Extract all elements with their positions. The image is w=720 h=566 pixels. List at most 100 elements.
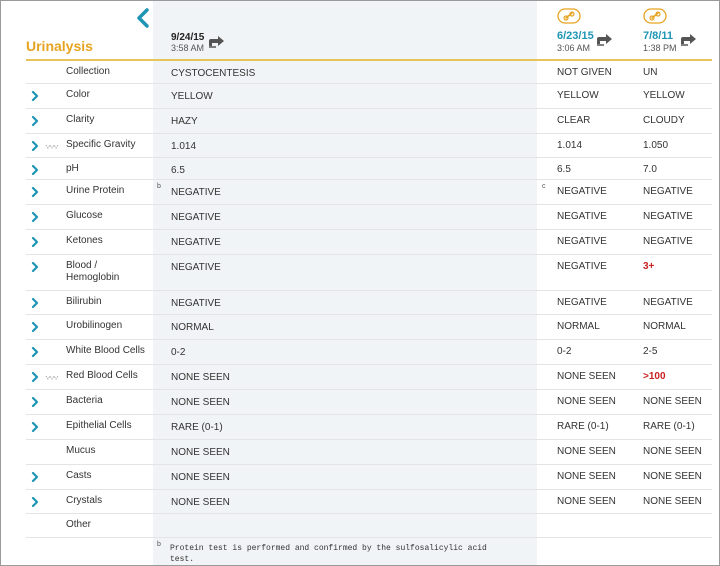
row-label: Mucus bbox=[66, 445, 96, 456]
prior2-value: YELLOW bbox=[643, 90, 685, 101]
chevron-right-icon[interactable] bbox=[31, 422, 39, 432]
table-row[interactable]: Bilirubin NEGATIVE NEGATIVE NEGATIVE bbox=[26, 291, 712, 315]
prior2-value: 3+ bbox=[643, 261, 655, 272]
table-row[interactable]: Blood / Hemoglobin NEGATIVE NEGATIVE 3+ bbox=[26, 255, 712, 291]
table-row[interactable]: Epithelial Cells RARE (0-1) RARE (0-1) RARE… bbox=[26, 415, 712, 440]
row-label: Red Blood Cells bbox=[66, 370, 138, 381]
footnote-mark: b bbox=[157, 541, 161, 548]
location-arrow-icon[interactable] bbox=[207, 34, 226, 48]
prior2-value: 1.050 bbox=[643, 140, 669, 151]
chevron-right-icon[interactable] bbox=[31, 372, 39, 382]
chevron-right-icon[interactable] bbox=[31, 237, 39, 247]
table-row[interactable]: Casts NONE SEEN NONE SEEN NONE SEEN bbox=[26, 465, 712, 490]
table-row[interactable]: Ketones NEGATIVE NEGATIVE NEGATIVE bbox=[26, 230, 712, 255]
prior1-value: NEGATIVE bbox=[557, 297, 607, 308]
prior1-value: NEGATIVE bbox=[557, 186, 607, 197]
row-label: Blood / Hemoglobin bbox=[66, 260, 120, 283]
footnote-text: Protein test is performed and confirmed … bbox=[170, 544, 487, 564]
prior1-value: NEGATIVE bbox=[557, 236, 607, 247]
prior1-value: RARE (0-1) bbox=[557, 421, 609, 432]
prior2-value: NEGATIVE bbox=[643, 186, 693, 197]
link-icon[interactable] bbox=[557, 8, 581, 24]
footnote-ref: c bbox=[542, 183, 546, 190]
chevron-right-icon[interactable] bbox=[31, 187, 39, 197]
current-value: 6.5 bbox=[171, 165, 185, 176]
prior1-value: NONE SEEN bbox=[557, 471, 616, 482]
chevron-right-icon[interactable] bbox=[31, 322, 39, 332]
current-date: 9/24/15 bbox=[171, 32, 205, 43]
prior2-value: NONE SEEN bbox=[643, 396, 702, 407]
table-row[interactable]: Glucose NEGATIVE NEGATIVE NEGATIVE bbox=[26, 205, 712, 230]
chevron-right-icon[interactable] bbox=[31, 212, 39, 222]
table-row[interactable]: Urobilinogen NORMAL NORMAL NORMAL bbox=[26, 315, 712, 340]
chevron-right-icon[interactable] bbox=[31, 165, 39, 175]
row-label: Clarity bbox=[66, 114, 95, 125]
chevron-right-icon[interactable] bbox=[31, 497, 39, 507]
chevron-right-icon[interactable] bbox=[31, 347, 39, 357]
row-label: Epithelial Cells bbox=[66, 420, 132, 431]
location-arrow-icon[interactable] bbox=[679, 32, 698, 46]
current-value: NEGATIVE bbox=[171, 298, 221, 309]
current-value: NONE SEEN bbox=[171, 497, 230, 508]
lab-results-panel: Urinalysis 9/24/15 3:58 AM 6/23/15 3:06 … bbox=[0, 0, 720, 566]
chevron-right-icon[interactable] bbox=[31, 116, 39, 126]
trend-icon[interactable] bbox=[45, 373, 59, 381]
prior1-value: 0-2 bbox=[557, 346, 572, 357]
footnote-ref: b bbox=[157, 183, 161, 190]
current-value: NONE SEEN bbox=[171, 372, 230, 383]
prior1-value: NONE SEEN bbox=[557, 371, 616, 382]
prior2-value: NEGATIVE bbox=[643, 236, 693, 247]
chevron-right-icon[interactable] bbox=[31, 397, 39, 407]
row-label: Crystals bbox=[66, 495, 103, 506]
table-row[interactable]: Crystals NONE SEEN NONE SEEN NONE SEEN bbox=[26, 490, 712, 514]
prior1-value: YELLOW bbox=[557, 90, 599, 101]
prior1-value: NOT GIVEN bbox=[557, 67, 612, 78]
table-row[interactable]: Bacteria NONE SEEN NONE SEEN NONE SEEN bbox=[26, 390, 712, 415]
trend-icon[interactable] bbox=[45, 142, 59, 150]
current-value: 0-2 bbox=[171, 347, 186, 358]
prior1-date[interactable]: 6/23/15 bbox=[557, 30, 594, 42]
row-label: Color bbox=[66, 89, 90, 100]
current-value: NONE SEEN bbox=[171, 397, 230, 408]
table-row[interactable]: Red Blood Cells NONE SEEN NONE SEEN >100 bbox=[26, 365, 712, 390]
row-label: Bilirubin bbox=[66, 296, 102, 307]
table-row[interactable]: Color YELLOW YELLOW YELLOW bbox=[26, 84, 712, 109]
prior2-value: 2-5 bbox=[643, 346, 658, 357]
table-row[interactable]: White Blood Cells 0-2 0-2 2-5 bbox=[26, 340, 712, 365]
prior2-value: NONE SEEN bbox=[643, 446, 702, 457]
prior1-value: NEGATIVE bbox=[557, 261, 607, 272]
chevron-right-icon[interactable] bbox=[31, 91, 39, 101]
prior2-value: >100 bbox=[643, 371, 666, 382]
current-value: HAZY bbox=[171, 116, 198, 127]
row-label: Specific Gravity bbox=[66, 139, 136, 150]
location-arrow-icon[interactable] bbox=[595, 32, 614, 46]
prior2-value: RARE (0-1) bbox=[643, 421, 695, 432]
current-value: NEGATIVE bbox=[171, 187, 221, 198]
chevron-right-icon[interactable] bbox=[31, 298, 39, 308]
prior1-value: NONE SEEN bbox=[557, 396, 616, 407]
current-value: NONE SEEN bbox=[171, 447, 230, 458]
row-label: Ketones bbox=[66, 235, 103, 246]
prior2-value: 7.0 bbox=[643, 164, 657, 175]
chevron-right-icon[interactable] bbox=[31, 472, 39, 482]
chevron-right-icon[interactable] bbox=[31, 141, 39, 151]
prior2-time: 1:38 PM bbox=[643, 43, 677, 53]
table-row[interactable]: Specific Gravity 1.014 1.014 1.050 bbox=[26, 134, 712, 158]
current-value: NEGATIVE bbox=[171, 262, 221, 273]
back-chevron-icon[interactable] bbox=[135, 8, 151, 28]
chevron-right-icon[interactable] bbox=[31, 262, 39, 272]
table-row: Other bbox=[26, 514, 712, 538]
prior2-value: NEGATIVE bbox=[643, 211, 693, 222]
prior2-value: NONE SEEN bbox=[643, 471, 702, 482]
link-icon[interactable] bbox=[643, 8, 667, 24]
prior1-value: NEGATIVE bbox=[557, 211, 607, 222]
table-row: Mucus NONE SEEN NONE SEEN NONE SEEN bbox=[26, 440, 712, 465]
table-row[interactable]: Clarity HAZY CLEAR CLOUDY bbox=[26, 109, 712, 134]
prior2-date[interactable]: 7/8/11 bbox=[643, 30, 673, 42]
table-row[interactable]: Urine Protein b NEGATIVE c NEGATIVE NEGATIVE bbox=[26, 180, 712, 205]
row-label: Bacteria bbox=[66, 395, 103, 406]
table-row: Collection CYSTOCENTESIS NOT GIVEN UN bbox=[26, 61, 712, 84]
table-row[interactable]: pH 6.5 6.5 7.0 bbox=[26, 158, 712, 180]
row-label: Casts bbox=[66, 470, 92, 481]
current-time: 3:58 AM bbox=[171, 43, 205, 53]
